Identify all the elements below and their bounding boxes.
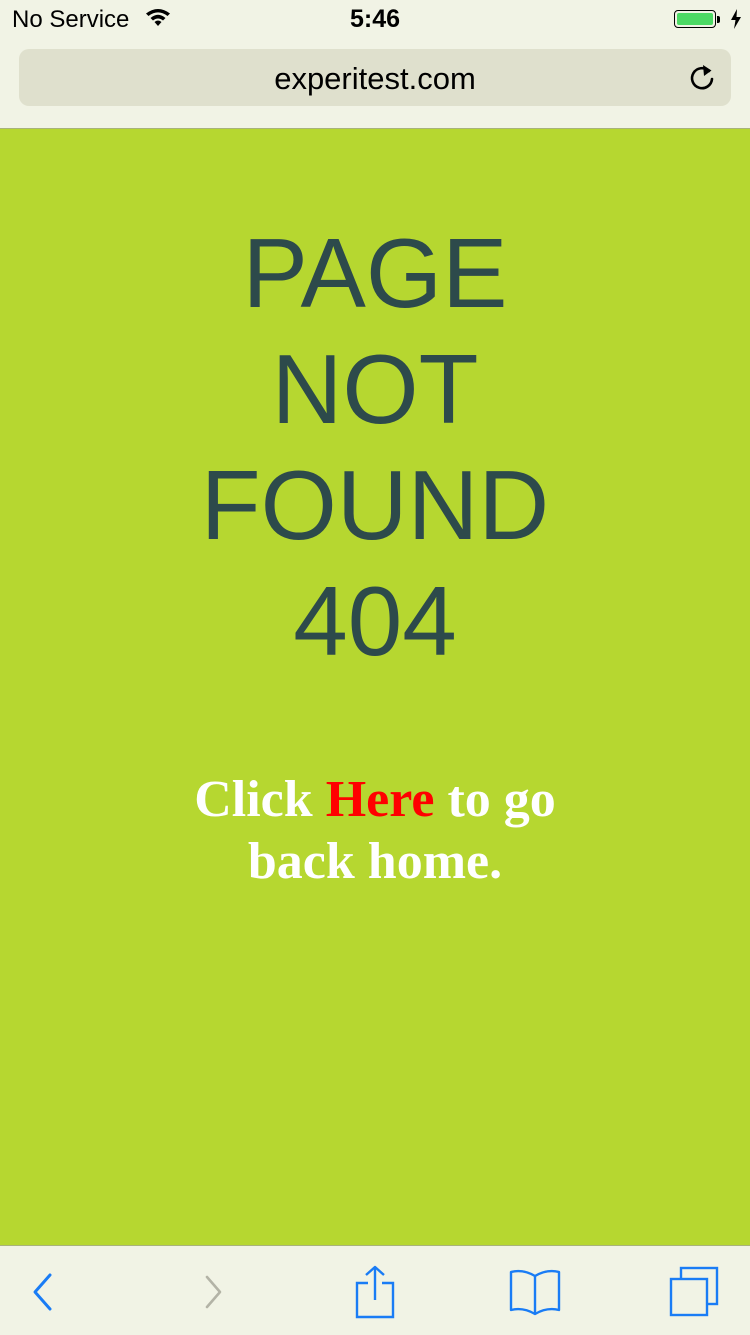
charging-bolt-icon xyxy=(730,9,742,34)
battery-icon xyxy=(674,10,720,30)
error-title: PAGE NOT FOUND 404 xyxy=(0,215,750,679)
tabs-icon[interactable] xyxy=(664,1264,724,1320)
bookmarks-icon[interactable] xyxy=(505,1264,565,1320)
clock: 5:46 xyxy=(349,5,401,33)
message-prefix: Click xyxy=(194,771,326,828)
page-content: PAGE NOT FOUND 404 Click Here to go back… xyxy=(0,129,750,1245)
title-line: PAGE xyxy=(242,218,508,328)
back-home-message: Click Here to go back home. xyxy=(0,769,750,893)
back-icon[interactable] xyxy=(13,1264,73,1320)
reload-icon[interactable] xyxy=(687,62,717,99)
address-bar[interactable]: experitest.com xyxy=(19,49,731,106)
title-line: NOT xyxy=(271,334,479,444)
forward-icon[interactable] xyxy=(182,1264,242,1320)
browser-toolbar xyxy=(0,1245,750,1335)
title-line: 404 xyxy=(293,566,457,676)
status-bar: No Service 5:46 xyxy=(0,0,750,40)
share-icon[interactable] xyxy=(345,1264,405,1320)
title-line: FOUND xyxy=(200,450,550,560)
browser-address-area: experitest.com xyxy=(0,40,750,129)
message-line-2: back home. xyxy=(247,833,503,890)
message-suffix: to go xyxy=(434,771,556,828)
home-link[interactable]: Here xyxy=(326,771,435,828)
url-text[interactable]: experitest.com xyxy=(19,61,731,97)
